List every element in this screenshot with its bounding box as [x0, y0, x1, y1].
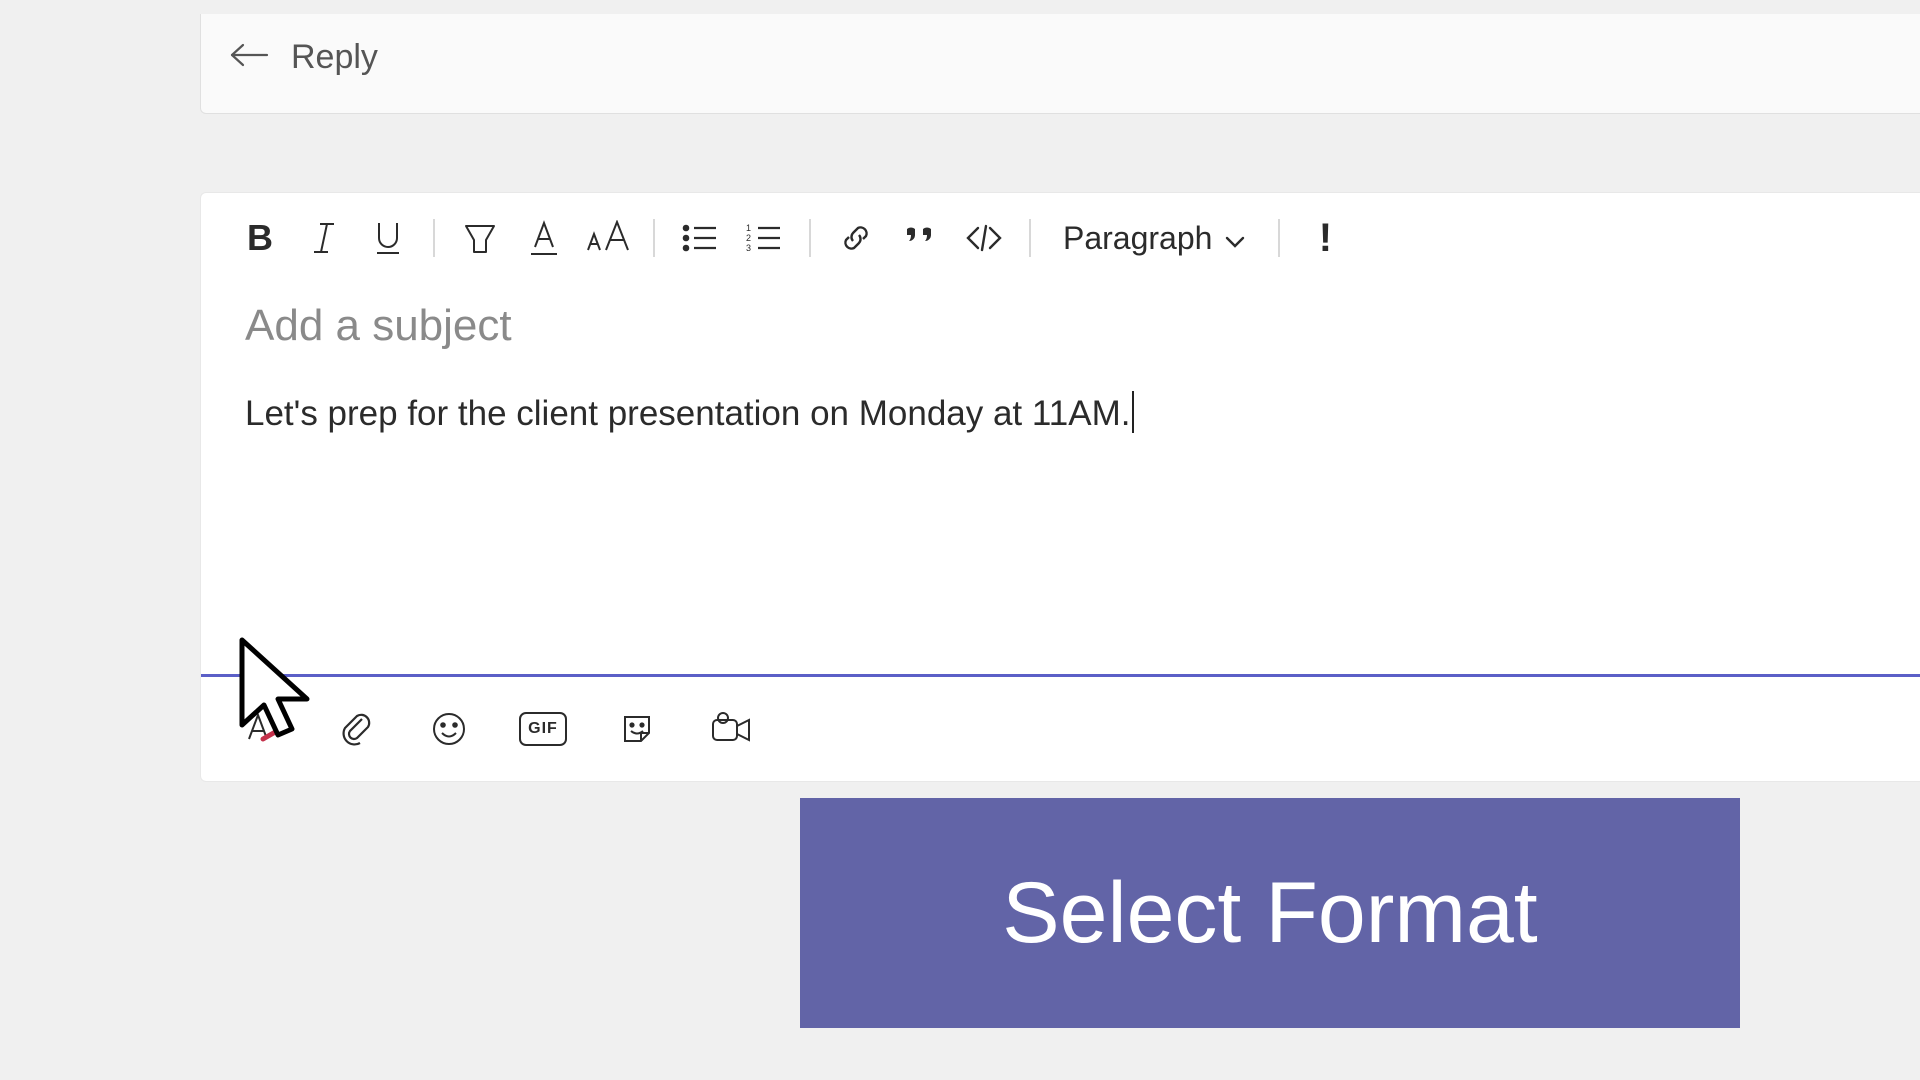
- toolbar-divider: [1278, 219, 1280, 257]
- reply-bar[interactable]: Reply: [200, 14, 1920, 114]
- meet-now-button[interactable]: [707, 705, 755, 753]
- quote-button[interactable]: [893, 211, 947, 265]
- svg-text:2: 2: [746, 233, 751, 243]
- svg-text:3: 3: [746, 243, 751, 253]
- gif-button[interactable]: GIF: [519, 705, 567, 753]
- toolbar-divider: [433, 219, 435, 257]
- code-button[interactable]: [957, 211, 1011, 265]
- compose-actions: GIF: [201, 677, 1920, 781]
- toolbar-divider: [653, 219, 655, 257]
- compose-box: B: [200, 192, 1920, 782]
- toolbar-divider: [1029, 219, 1031, 257]
- message-body[interactable]: Let's prep for the client presentation o…: [201, 361, 1920, 444]
- svg-text:1: 1: [746, 223, 751, 233]
- italic-button[interactable]: [297, 211, 351, 265]
- numbered-list-button[interactable]: 1 2 3: [737, 211, 791, 265]
- bold-button[interactable]: B: [233, 211, 287, 265]
- link-button[interactable]: [829, 211, 883, 265]
- paragraph-label: Paragraph: [1063, 220, 1212, 257]
- chevron-down-icon: [1224, 220, 1246, 257]
- gif-label: GIF: [519, 712, 567, 746]
- underline-button[interactable]: [361, 211, 415, 265]
- font-size-button[interactable]: [581, 211, 635, 265]
- highlight-button[interactable]: [453, 211, 507, 265]
- instruction-callout: Select Format: [800, 798, 1740, 1028]
- reply-label: Reply: [291, 38, 378, 77]
- bullet-list-button[interactable]: [673, 211, 727, 265]
- sticker-button[interactable]: [613, 705, 661, 753]
- callout-word-2: Format: [1265, 864, 1537, 963]
- format-toolbar: B: [201, 193, 1920, 273]
- callout-word-1: Select: [1002, 864, 1241, 963]
- important-button[interactable]: !: [1298, 211, 1352, 265]
- attach-button[interactable]: [331, 705, 379, 753]
- toolbar-divider: [809, 219, 811, 257]
- emoji-button[interactable]: [425, 705, 473, 753]
- font-color-button[interactable]: [517, 211, 571, 265]
- subject-input[interactable]: Add a subject: [201, 273, 1920, 361]
- text-cursor: [1132, 391, 1134, 433]
- paragraph-style-select[interactable]: Paragraph: [1049, 220, 1260, 257]
- body-text: Let's prep for the client presentation o…: [245, 394, 1130, 433]
- reply-arrow-icon: [229, 41, 269, 74]
- mouse-cursor-icon: [232, 635, 322, 760]
